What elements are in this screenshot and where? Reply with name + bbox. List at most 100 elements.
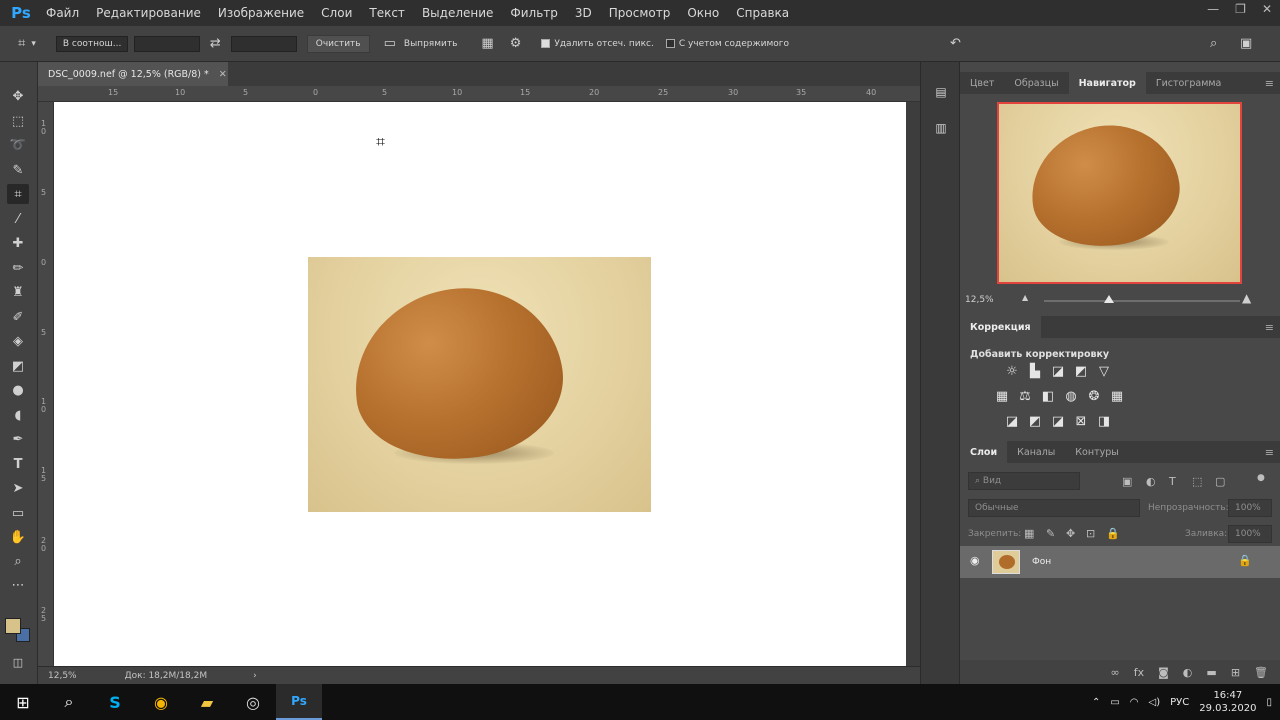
levels-icon[interactable]: ▙ — [1027, 363, 1043, 379]
height-field[interactable] — [230, 35, 297, 52]
status-menu-arrow-icon[interactable]: › — [253, 671, 257, 681]
volume-icon[interactable]: ◁) — [1149, 697, 1161, 708]
language-indicator[interactable]: РУС — [1170, 697, 1189, 708]
color-lookup-icon[interactable]: ▦ — [1109, 388, 1125, 404]
fill-field[interactable]: 100% — [1228, 525, 1272, 543]
panel-menu-icon[interactable]: ≡ — [1265, 321, 1274, 334]
menu-view[interactable]: Просмотр — [609, 6, 671, 20]
invert-icon[interactable]: ◪ — [1004, 413, 1020, 429]
navigator-zoom-slider[interactable] — [1044, 295, 1240, 303]
path-select-tool-icon[interactable]: ➤ — [7, 478, 29, 498]
brush-tool-icon[interactable]: ✏ — [7, 258, 29, 278]
filter-type-icon[interactable]: T — [1169, 475, 1176, 488]
paint-bucket-tool-icon[interactable]: ◩ — [7, 356, 29, 376]
menu-window[interactable]: Окно — [687, 6, 719, 20]
trash-icon[interactable]: 🗑 — [1254, 666, 1268, 679]
link-layers-icon[interactable]: ∞ — [1111, 666, 1120, 679]
history-panel-icon[interactable]: ▤ — [931, 82, 951, 102]
width-field[interactable] — [133, 35, 200, 52]
curves-icon[interactable]: ◪ — [1050, 363, 1066, 379]
straighten-label[interactable]: Выпрямить — [404, 39, 457, 49]
exposure-icon[interactable]: ◩ — [1073, 363, 1089, 379]
dodge-tool-icon[interactable]: ◖ — [7, 405, 29, 425]
minimize-button[interactable]: — — [1207, 2, 1219, 16]
threshold-icon[interactable]: ◪ — [1050, 413, 1066, 429]
lock-artboard-icon[interactable]: ⊡ — [1086, 527, 1095, 540]
tab-paths[interactable]: Контуры — [1065, 441, 1128, 463]
tab-channels[interactable]: Каналы — [1007, 441, 1065, 463]
egg-photo-layer[interactable] — [308, 257, 651, 512]
filter-adjustment-icon[interactable]: ◐ — [1146, 475, 1156, 488]
history-brush-tool-icon[interactable]: ✐ — [7, 307, 29, 327]
tab-layers[interactable]: Слои — [960, 441, 1008, 463]
photoshop-taskbar-icon[interactable]: Ps — [276, 684, 322, 720]
hand-tool-icon[interactable]: ✋ — [7, 527, 29, 547]
stamp-tool-icon[interactable]: ♜ — [7, 282, 29, 302]
menu-type[interactable]: Текст — [369, 6, 405, 20]
network-icon[interactable]: ◠ — [1130, 697, 1139, 708]
menu-file[interactable]: Файл — [46, 6, 79, 20]
quick-select-tool-icon[interactable]: ✎ — [7, 160, 29, 180]
notifications-icon[interactable]: ▯ — [1266, 697, 1272, 708]
panel-menu-icon[interactable]: ≡ — [1265, 77, 1274, 90]
filter-shape-icon[interactable]: ⬚ — [1192, 475, 1202, 488]
menu-image[interactable]: Изображение — [218, 6, 304, 20]
color-balance-icon[interactable]: ⚖ — [1017, 388, 1033, 404]
battery-icon[interactable]: ▭ — [1110, 697, 1119, 708]
file-explorer-icon[interactable]: ▰ — [184, 684, 230, 720]
tab-histogram[interactable]: Гистограмма — [1146, 72, 1232, 94]
menu-layers[interactable]: Слои — [321, 6, 352, 20]
group-icon[interactable]: ▬ — [1206, 666, 1216, 679]
reset-icon[interactable]: ↶ — [950, 36, 961, 51]
start-button[interactable]: ⊞ — [0, 684, 46, 720]
posterize-icon[interactable]: ◩ — [1027, 413, 1043, 429]
marquee-tool-icon[interactable]: ⬚ — [7, 111, 29, 131]
menu-filter[interactable]: Фильтр — [510, 6, 557, 20]
properties-panel-icon[interactable]: ▥ — [931, 118, 951, 138]
overlay-grid-icon[interactable]: ▦ — [481, 36, 493, 51]
straighten-icon[interactable]: ▭ — [384, 36, 396, 51]
eraser-tool-icon[interactable]: ◈ — [7, 331, 29, 351]
menu-select[interactable]: Выделение — [422, 6, 493, 20]
layer-filter-select[interactable]: ⌕ Вид — [968, 472, 1080, 490]
pen-tool-icon[interactable]: ✒ — [7, 429, 29, 449]
photo-filter-icon[interactable]: ◍ — [1063, 388, 1079, 404]
hue-saturation-icon[interactable]: ▦ — [994, 388, 1010, 404]
layer-mask-icon[interactable]: ◙ — [1158, 666, 1169, 679]
eye-icon[interactable]: ◉ — [970, 554, 980, 567]
delete-cropped-checkbox[interactable]: Удалить отсеч. пикс. — [541, 39, 654, 49]
chrome-icon[interactable]: ◉ — [138, 684, 184, 720]
quick-mask-icon[interactable]: ◫ — [7, 652, 29, 672]
black-white-icon[interactable]: ◧ — [1040, 388, 1056, 404]
zoom-out-icon[interactable]: ▲ — [1022, 293, 1028, 302]
gear-icon[interactable]: ⚙ — [510, 36, 522, 51]
vibrance-icon[interactable]: ▽ — [1096, 363, 1112, 379]
chevron-down-icon[interactable]: ▾ — [31, 39, 36, 49]
new-layer-icon[interactable]: ⊞ — [1231, 666, 1240, 679]
lock-position-icon[interactable]: ✥ — [1066, 527, 1075, 540]
shape-tool-icon[interactable]: ▭ — [7, 503, 29, 523]
clear-button[interactable]: Очистить — [306, 34, 370, 53]
gradient-map-icon[interactable]: ◨ — [1096, 413, 1112, 429]
camera-app-icon[interactable]: ◎ — [230, 684, 276, 720]
tab-navigator[interactable]: Навигатор — [1068, 72, 1146, 94]
healing-brush-tool-icon[interactable]: ✚ — [7, 233, 29, 253]
tab-adjustments[interactable]: Коррекция — [960, 316, 1041, 338]
tab-color[interactable]: Цвет — [960, 72, 1004, 94]
filter-smart-object-icon[interactable]: ▢ — [1215, 475, 1225, 488]
chevron-up-icon[interactable]: ⌃ — [1092, 697, 1100, 708]
adjustment-layer-icon[interactable]: ◐ — [1183, 666, 1193, 679]
menu-3d[interactable]: 3D — [575, 6, 592, 20]
type-tool-icon[interactable]: T — [7, 454, 29, 474]
skype-icon[interactable]: S — [92, 684, 138, 720]
lock-all-icon[interactable]: 🔒 — [1106, 527, 1120, 540]
crop-tool-preset-icon[interactable]: ⌗ — [18, 36, 25, 51]
panel-menu-icon[interactable]: ≡ — [1265, 446, 1274, 459]
slider-handle[interactable] — [1103, 295, 1114, 303]
menu-edit[interactable]: Редактирование — [96, 6, 201, 20]
blur-tool-icon[interactable]: ● — [7, 380, 29, 400]
lasso-tool-icon[interactable]: ➰ — [7, 135, 29, 155]
layer-name[interactable]: Фон — [1032, 557, 1051, 567]
close-button[interactable]: ✕ — [1262, 2, 1272, 16]
crop-tool-icon[interactable]: ⌗ — [7, 184, 29, 204]
